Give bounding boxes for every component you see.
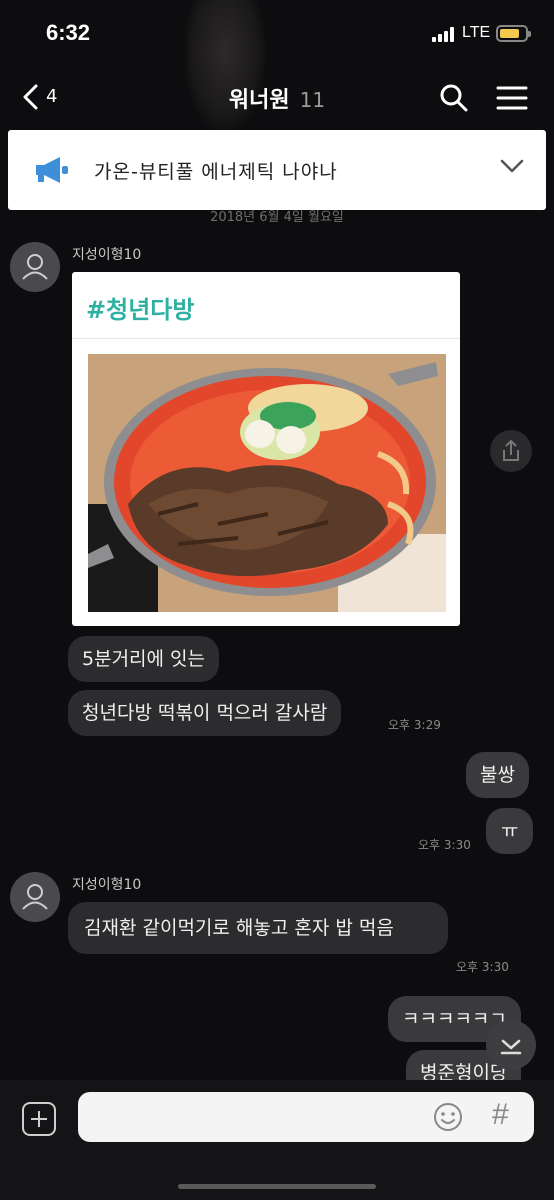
my-message-bubble[interactable]: 불쌍 xyxy=(466,752,529,798)
my-message-bubble[interactable]: ㅠ xyxy=(486,808,534,854)
signal-icon xyxy=(432,26,458,42)
card-hashtag: #청년다방 xyxy=(86,296,195,324)
search-icon xyxy=(440,84,468,112)
message-input[interactable]: # xyxy=(78,1092,534,1142)
network-label: LTE xyxy=(462,24,491,41)
food-photo xyxy=(88,354,446,612)
chat-title: 워너원 11 xyxy=(0,82,554,114)
hashtag-search-icon[interactable]: # xyxy=(492,1098,509,1132)
status-time: 6:32 xyxy=(46,20,91,45)
person-icon xyxy=(22,254,48,280)
plus-button[interactable] xyxy=(22,1102,56,1136)
avatar[interactable] xyxy=(10,242,60,292)
chat-name: 워너원 xyxy=(228,88,290,113)
input-bar: # xyxy=(0,1080,554,1200)
message-time: 오후 3:29 xyxy=(388,718,441,732)
message-bubble[interactable]: 김재환 같이먹기로 해놓고 혼자 밥 먹음 xyxy=(68,902,448,954)
message-time: 오후 3:30 xyxy=(456,960,509,974)
scroll-down-button[interactable] xyxy=(486,1020,536,1070)
sender-name: 지성이형10 xyxy=(72,247,142,263)
chat-header: 4 워너원 11 xyxy=(0,70,554,126)
hamburger-menu-icon xyxy=(496,86,528,110)
message-bubble[interactable]: 5분거리에 잇는 xyxy=(68,636,220,682)
date-divider: 2018년 6월 4일 월요일 xyxy=(210,210,344,225)
emoji-icon[interactable] xyxy=(432,1101,464,1133)
megaphone-icon xyxy=(36,157,68,183)
avatar[interactable] xyxy=(10,872,60,922)
menu-button[interactable] xyxy=(496,82,528,114)
home-indicator xyxy=(178,1184,376,1189)
notice-text: 가온-뷰티풀 에너제틱 나야나 xyxy=(94,161,338,183)
share-button[interactable] xyxy=(490,430,532,472)
chevron-down-icon[interactable] xyxy=(500,158,524,174)
chevron-down-icon xyxy=(500,1039,522,1055)
status-bar: 6:32 LTE xyxy=(0,0,554,130)
person-icon xyxy=(22,884,48,910)
notice-banner[interactable]: 가온-뷰티풀 에너제틱 나야나 xyxy=(8,130,546,210)
card-divider xyxy=(72,338,460,339)
message-bubble[interactable]: 청년다방 떡볶이 먹으러 갈사람 xyxy=(68,690,342,736)
search-button[interactable] xyxy=(438,82,470,114)
link-card[interactable]: #청년다방 xyxy=(72,272,460,626)
message-time: 오후 3:30 xyxy=(418,838,471,852)
member-count: 11 xyxy=(299,88,326,112)
battery-icon xyxy=(496,25,531,42)
share-icon xyxy=(503,439,519,461)
sender-name: 지성이형10 xyxy=(72,877,142,893)
